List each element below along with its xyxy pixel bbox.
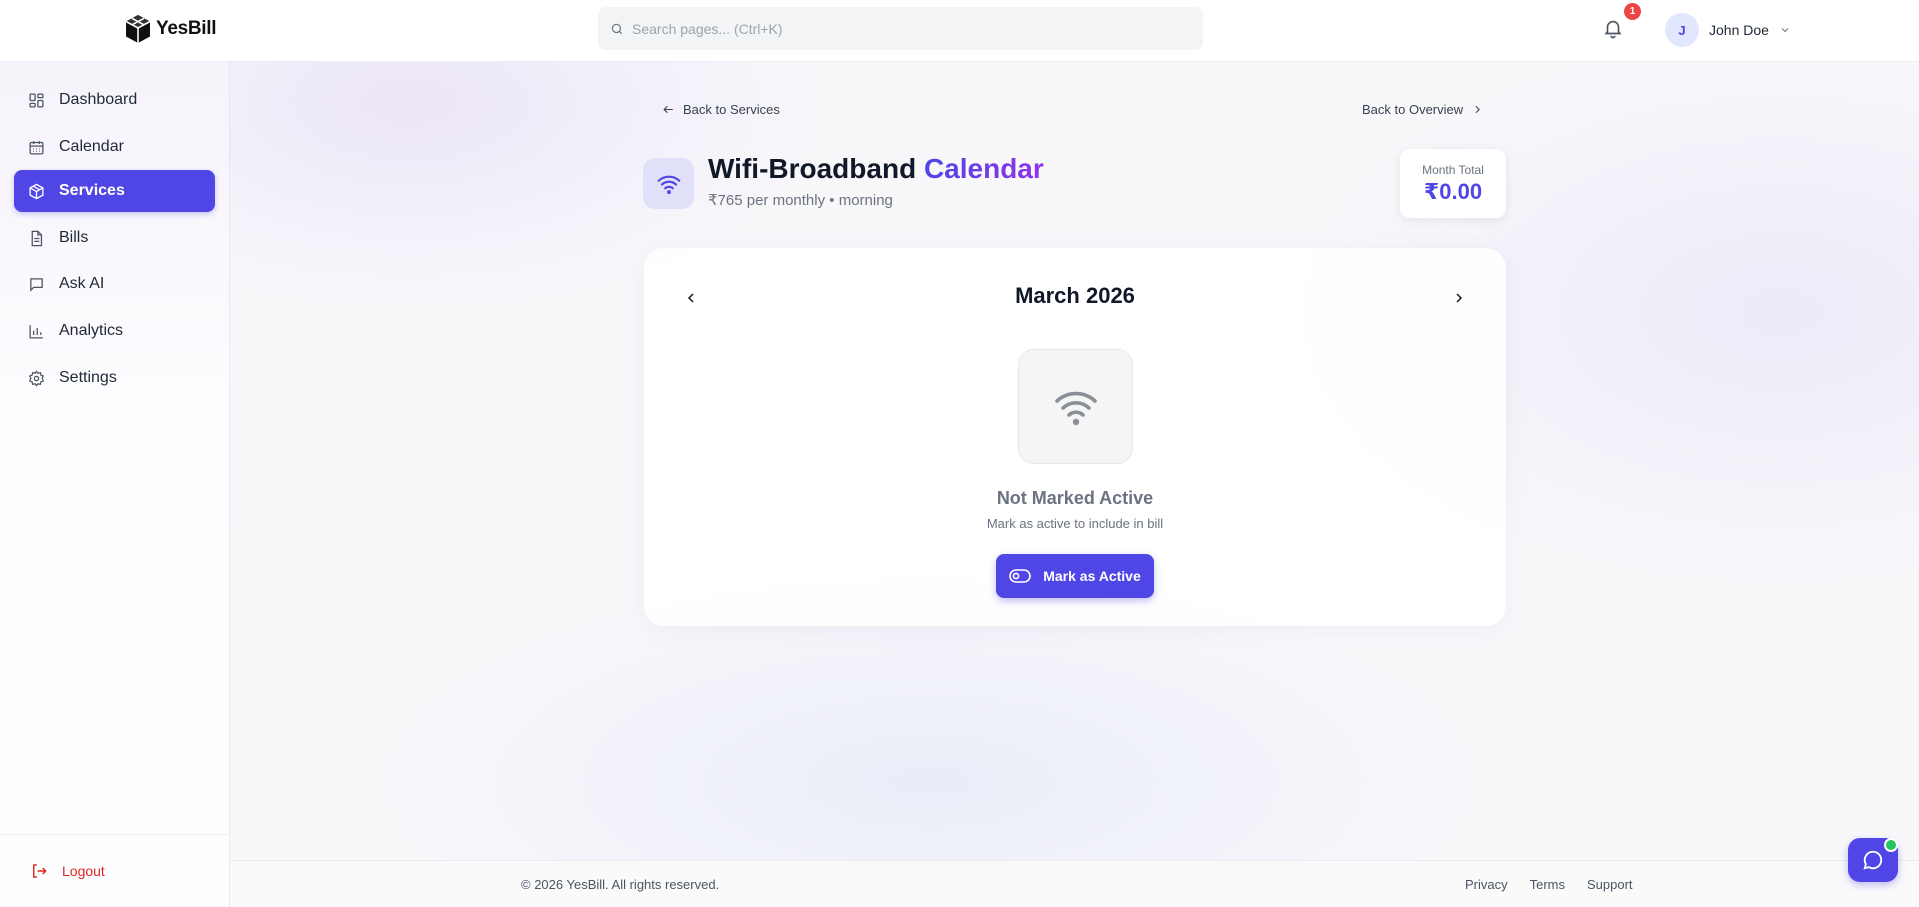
sidebar-item-label: Dashboard	[59, 91, 138, 108]
back-to-services-label: Back to Services	[683, 102, 780, 117]
back-to-services-link[interactable]: Back to Services	[662, 102, 780, 117]
sidebar-item-label: Settings	[59, 369, 117, 386]
bar-chart-icon	[29, 324, 43, 339]
logout-icon	[33, 864, 47, 878]
chevron-right-icon	[1475, 105, 1481, 114]
grid-icon	[29, 92, 44, 108]
sidebar-item-label: Analytics	[59, 322, 124, 339]
sidebar-item-label: Services	[59, 182, 125, 199]
status-title: Not Marked Active	[996, 488, 1154, 508]
sidebar-item-calendar[interactable]: Calendar	[14, 126, 215, 168]
month-label: March 2026	[1015, 283, 1135, 308]
calendar-card: March 2026 Not Marked Active Mark as act…	[644, 248, 1506, 626]
footer-links: Privacy Terms Support	[1465, 877, 1633, 892]
sidebar-item-ask-ai[interactable]: Ask AI	[14, 263, 215, 305]
chevron-right-icon	[1456, 293, 1463, 303]
chat-icon	[30, 277, 43, 292]
footer-link-terms[interactable]: Terms	[1530, 877, 1565, 892]
footer-link-support[interactable]: Support	[1587, 877, 1633, 892]
service-icon-box	[643, 158, 694, 209]
status-subtitle: Mark as active to include in bill	[986, 516, 1164, 531]
service-name: Wifi-Broadband	[708, 153, 917, 184]
sidebar: Dashboard Calendar Services Bills Ask AI…	[0, 62, 230, 907]
sidebar-item-label: Calendar	[59, 138, 124, 155]
wifi-icon	[1054, 391, 1097, 425]
back-to-overview-link[interactable]: Back to Overview	[1362, 102, 1484, 117]
sidebar-item-analytics[interactable]: Analytics	[14, 310, 215, 352]
sidebar-item-label: Ask AI	[59, 275, 105, 292]
month-total-label: Month Total	[1422, 162, 1484, 177]
sidebar-item-services[interactable]: Services	[14, 170, 215, 212]
brand-logo[interactable]: YesBill	[124, 14, 217, 44]
online-status-dot	[1884, 838, 1898, 852]
footer: © 2026 YesBill. All rights reserved. Pri…	[230, 860, 1919, 907]
sidebar-item-bills[interactable]: Bills	[14, 217, 215, 259]
calendar-icon	[29, 140, 44, 155]
sidebar-item-label: Bills	[59, 229, 89, 246]
box-icon	[29, 183, 44, 199]
sidebar-divider	[0, 834, 230, 835]
wifi-icon	[657, 175, 680, 194]
page-title: Wifi-Broadband Calendar	[708, 153, 1044, 185]
copyright-text: © 2026 YesBill. All rights reserved.	[521, 877, 720, 892]
toggle-icon	[1009, 569, 1032, 583]
gear-icon	[28, 369, 45, 387]
mark-as-active-label: Mark as Active	[1043, 568, 1141, 584]
search-bar[interactable]	[598, 7, 1203, 50]
logout-label: Logout	[62, 863, 105, 879]
title-accent: Calendar	[923, 153, 1044, 184]
mark-as-active-button[interactable]: Mark as Active	[996, 554, 1154, 598]
sidebar-item-settings[interactable]: Settings	[14, 357, 215, 399]
service-subtitle: ₹765 per monthly • morning	[708, 192, 893, 209]
notification-badge: 1	[1624, 3, 1641, 20]
logout-button[interactable]: Logout	[30, 862, 105, 880]
service-status-icon-box	[1018, 349, 1133, 464]
search-input[interactable]	[632, 20, 1192, 37]
search-icon	[611, 23, 623, 34]
user-name: John Doe	[1709, 22, 1769, 38]
chevron-down-icon	[1781, 28, 1789, 33]
cube-logo-icon	[125, 15, 151, 43]
footer-link-privacy[interactable]: Privacy	[1465, 877, 1508, 892]
bell-icon[interactable]	[1602, 17, 1624, 39]
file-icon	[31, 230, 43, 246]
next-month-button[interactable]	[1445, 284, 1473, 312]
month-total-card: Month Total ₹0.00	[1400, 149, 1506, 218]
message-circle-icon	[1863, 850, 1883, 870]
brand-name: YesBill	[156, 18, 217, 39]
user-menu[interactable]: J John Doe	[1665, 13, 1791, 47]
arrow-left-icon	[663, 105, 673, 114]
top-header: YesBill 1 J John Doe	[0, 0, 1919, 62]
avatar: J	[1665, 13, 1699, 47]
month-total-value: ₹0.00	[1423, 178, 1483, 204]
back-to-overview-label: Back to Overview	[1362, 102, 1464, 117]
sidebar-item-dashboard[interactable]: Dashboard	[14, 79, 215, 121]
